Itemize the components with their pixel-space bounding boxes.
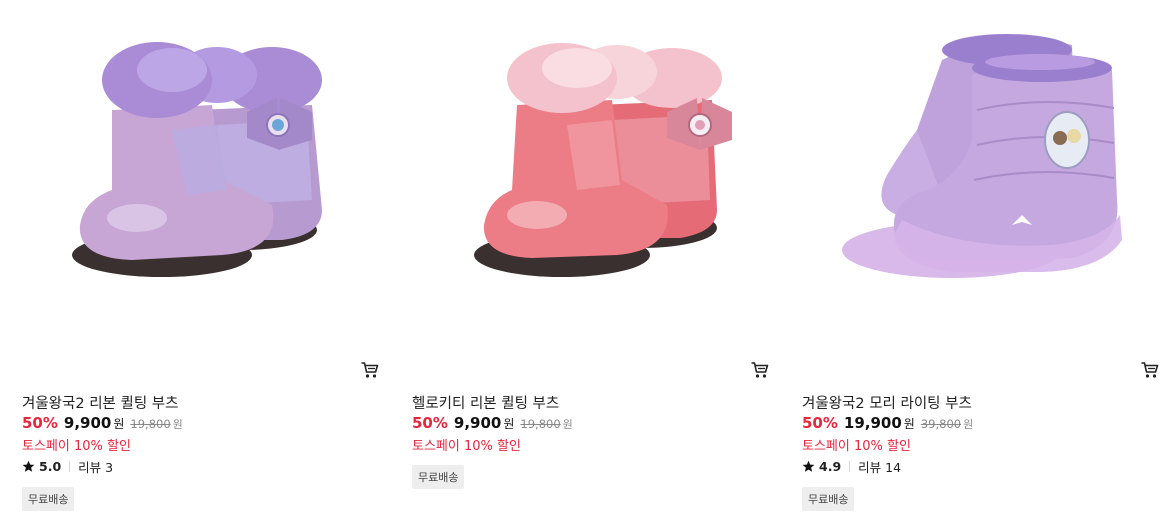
free-shipping-badge: 무료배송 [412,465,465,489]
rating-row: 4.9 리뷰 14 [802,457,901,476]
sale-price: 9,900 [453,414,502,432]
divider [69,461,71,472]
discount-rate: 50% [802,414,838,432]
cart-icon [1141,362,1159,378]
price-unit: 원 [113,417,125,431]
product-card[interactable]: 헬로키티 리본 퀼팅 부츠 50% 9,900 원 19,800 원 토스페이 … [390,0,769,526]
original-price-unit: 원 [562,418,573,431]
product-card[interactable]: 겨울왕국2 모리 라이팅 부츠 50% 19,900 원 39,800 원 토스… [780,0,1159,526]
price-unit: 원 [903,417,915,431]
discount-rate: 50% [412,414,448,432]
purple-fur-boot-illustration [72,42,322,277]
rating-value: 4.9 [819,459,842,474]
free-shipping-badge: 무료배송 [802,487,855,511]
original-price: 19,800 [130,417,171,431]
rating-row: 5.0 리뷰 3 [22,457,113,476]
sale-price: 19,900 [843,414,902,432]
promo-text: 토스페이 10% 할인 [802,439,911,454]
discount-rate: 50% [22,414,58,432]
pink-fur-boot-illustration [474,43,732,277]
star-icon [802,460,815,472]
price-row: 50% 9,900 원 19,800 원 [412,414,573,432]
puffer-light-up-boot-illustration [842,34,1122,278]
sale-price: 9,900 [63,414,112,432]
product-name[interactable]: 헬로키티 리본 퀼팅 부츠 [412,392,559,413]
promo-text: 토스페이 10% 할인 [22,439,131,454]
original-price: 39,800 [920,417,962,431]
original-price-unit: 원 [172,418,183,431]
price-unit: 원 [503,417,515,431]
price-row: 50% 19,900 원 39,800 원 [802,414,973,432]
product-name[interactable]: 겨울왕국2 리본 퀼팅 부츠 [22,392,178,413]
price-row: 50% 9,900 원 19,800 원 [22,414,183,432]
promo-text: 토스페이 10% 할인 [412,439,521,454]
product-name[interactable]: 겨울왕국2 모리 라이팅 부츠 [802,392,972,413]
review-count[interactable]: 리뷰 14 [858,457,901,476]
add-to-cart-button[interactable] [360,360,380,380]
divider [849,461,851,472]
free-shipping-badge: 무료배송 [22,487,75,511]
add-to-cart-button[interactable] [750,360,770,380]
product-image[interactable] [802,0,1152,350]
product-image[interactable] [22,0,372,350]
rating-value: 5.0 [39,459,62,474]
add-to-cart-button[interactable] [1140,360,1160,380]
product-card[interactable]: 겨울왕국2 리본 퀼팅 부츠 50% 9,900 원 19,800 원 토스페이… [0,0,379,526]
cart-icon [751,362,769,378]
original-price-unit: 원 [963,418,974,431]
star-icon [22,460,35,472]
original-price: 19,800 [520,417,561,431]
product-image[interactable] [412,0,762,350]
review-count[interactable]: 리뷰 3 [78,457,113,476]
cart-icon [361,362,379,378]
